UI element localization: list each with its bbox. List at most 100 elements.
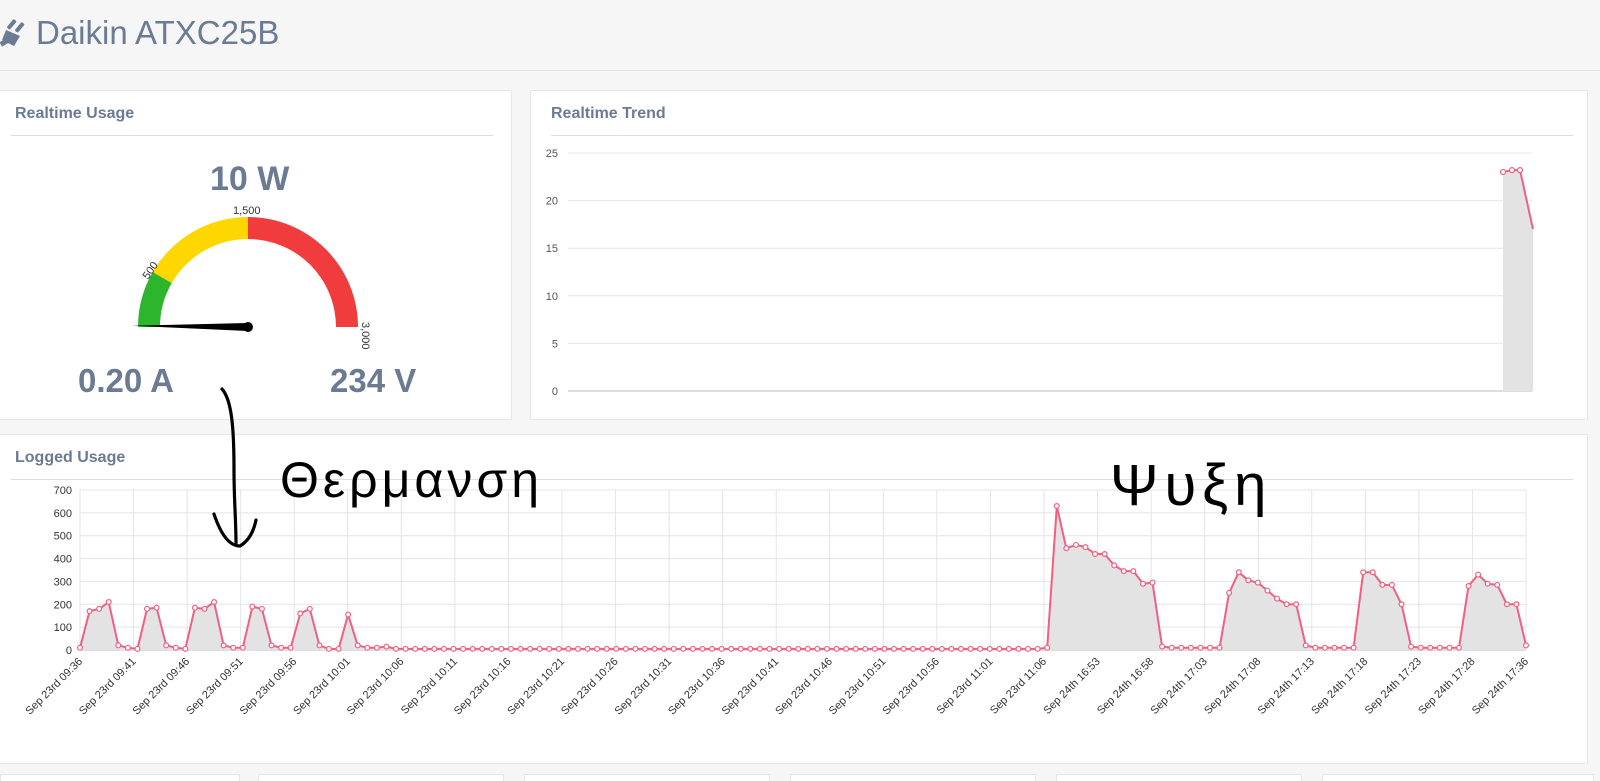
logged-x-tick: Sep 23rd 11:06 bbox=[988, 656, 1049, 717]
trend-y-tick: 20 bbox=[546, 196, 558, 208]
logged-point bbox=[1178, 644, 1185, 651]
logged-point bbox=[249, 603, 256, 610]
trend-area bbox=[1503, 170, 1533, 391]
logged-x-tick: Sep 24th 17:03 bbox=[1149, 656, 1210, 717]
logged-usage-chart: 0100200300400500600700Sep 23rd 09:36Sep … bbox=[23, 485, 1531, 718]
current-value: 0.20 A bbox=[78, 362, 175, 399]
logged-point bbox=[1034, 645, 1041, 652]
logged-point bbox=[1168, 644, 1175, 651]
logged-point bbox=[603, 645, 610, 652]
logged-point bbox=[1513, 601, 1520, 608]
page-title: Daikin ATXC25B bbox=[36, 14, 280, 51]
logged-point bbox=[1082, 544, 1089, 551]
logged-point bbox=[230, 644, 237, 651]
trend-y-tick: 25 bbox=[546, 148, 558, 160]
logged-point bbox=[1455, 644, 1462, 651]
title-bar: Daikin ATXC25B bbox=[0, 0, 1600, 71]
logged-x-tick: Sep 23rd 10:26 bbox=[559, 656, 621, 718]
logged-point bbox=[1206, 644, 1213, 651]
logged-point bbox=[1005, 645, 1012, 652]
logged-point bbox=[1254, 579, 1261, 586]
logged-point bbox=[776, 645, 783, 652]
logged-point bbox=[527, 645, 534, 652]
logged-point bbox=[297, 610, 304, 617]
realtime-trend-chart: 0 5 10 15 20 25 bbox=[546, 148, 1534, 398]
logged-point bbox=[1149, 579, 1156, 586]
logged-point bbox=[1398, 601, 1405, 608]
logged-point bbox=[565, 645, 572, 652]
logged-point bbox=[1312, 644, 1319, 651]
logged-point bbox=[958, 645, 965, 652]
logged-point bbox=[900, 645, 907, 652]
logged-x-tick: Sep 24th 17:13 bbox=[1256, 656, 1317, 717]
logged-point bbox=[1417, 644, 1424, 651]
logged-point bbox=[622, 645, 629, 652]
power-value: 10 W bbox=[210, 160, 290, 198]
logged-point bbox=[201, 605, 208, 612]
logged-x-tick: Sep 23rd 09:46 bbox=[131, 656, 193, 718]
logged-point bbox=[1446, 644, 1453, 651]
logged-point bbox=[1072, 541, 1079, 548]
logged-point bbox=[134, 645, 141, 652]
logged-point bbox=[852, 645, 859, 652]
logged-x-tick: Sep 24th 17:18 bbox=[1309, 656, 1370, 717]
logged-point bbox=[393, 645, 400, 652]
logged-point bbox=[1408, 643, 1415, 650]
logged-point bbox=[1341, 644, 1348, 651]
logged-x-tick: Sep 23rd 10:01 bbox=[291, 656, 353, 718]
logged-point bbox=[1360, 569, 1367, 576]
logged-point bbox=[383, 643, 390, 650]
divider bbox=[11, 135, 493, 136]
logged-point bbox=[881, 645, 888, 652]
logged-point bbox=[613, 645, 620, 652]
logged-point bbox=[1274, 595, 1281, 602]
logged-point bbox=[1235, 569, 1242, 576]
logged-point bbox=[546, 645, 553, 652]
logged-x-tick: Sep 23rd 09:41 bbox=[77, 656, 139, 718]
logged-point bbox=[919, 645, 926, 652]
logged-x-tick: Sep 24th 17:36 bbox=[1470, 656, 1531, 717]
logged-point bbox=[862, 645, 869, 652]
logged-x-tick: Sep 24th 17:28 bbox=[1416, 656, 1477, 717]
logged-x-tick: Sep 23rd 11:01 bbox=[934, 656, 995, 717]
logged-y-tick: 200 bbox=[54, 599, 72, 611]
logged-point bbox=[220, 642, 227, 649]
logged-point bbox=[1388, 581, 1395, 588]
logged-y-tick: 700 bbox=[54, 485, 72, 497]
logged-point bbox=[948, 645, 955, 652]
logged-point bbox=[354, 642, 361, 649]
logged-point bbox=[699, 645, 706, 652]
trend-point bbox=[1516, 167, 1524, 174]
logged-point bbox=[804, 645, 811, 652]
logged-y-tick: 0 bbox=[66, 645, 72, 657]
logged-point bbox=[1503, 601, 1510, 608]
logged-point bbox=[115, 642, 122, 649]
logged-point bbox=[498, 645, 505, 652]
logged-point bbox=[153, 604, 160, 611]
logged-point bbox=[1197, 644, 1204, 651]
logged-point bbox=[833, 645, 840, 652]
logged-point bbox=[823, 645, 830, 652]
logged-x-tick: Sep 23rd 10:56 bbox=[880, 656, 942, 718]
logged-y-tick: 600 bbox=[54, 508, 72, 520]
trend-y-tick: 15 bbox=[546, 243, 558, 255]
logged-y-tick: 500 bbox=[54, 531, 72, 543]
logged-point bbox=[421, 645, 428, 652]
logged-point bbox=[163, 642, 170, 649]
logged-point bbox=[709, 645, 716, 652]
logged-point bbox=[1465, 582, 1472, 589]
logged-point bbox=[1187, 644, 1194, 651]
logged-usage-title: Logged Usage bbox=[15, 449, 126, 466]
logged-point bbox=[1139, 580, 1146, 587]
logged-point bbox=[86, 608, 93, 615]
gauge-tick-3000: 3,000 bbox=[359, 322, 371, 350]
logged-point bbox=[316, 642, 323, 649]
logged-point bbox=[986, 645, 993, 652]
logged-x-tick: Sep 23rd 10:21 bbox=[505, 656, 567, 718]
logged-point bbox=[689, 645, 696, 652]
logged-y-tick: 100 bbox=[54, 622, 72, 634]
logged-point bbox=[1130, 568, 1137, 575]
logged-point bbox=[268, 642, 275, 649]
logged-point bbox=[680, 645, 687, 652]
logged-point bbox=[1120, 568, 1127, 575]
